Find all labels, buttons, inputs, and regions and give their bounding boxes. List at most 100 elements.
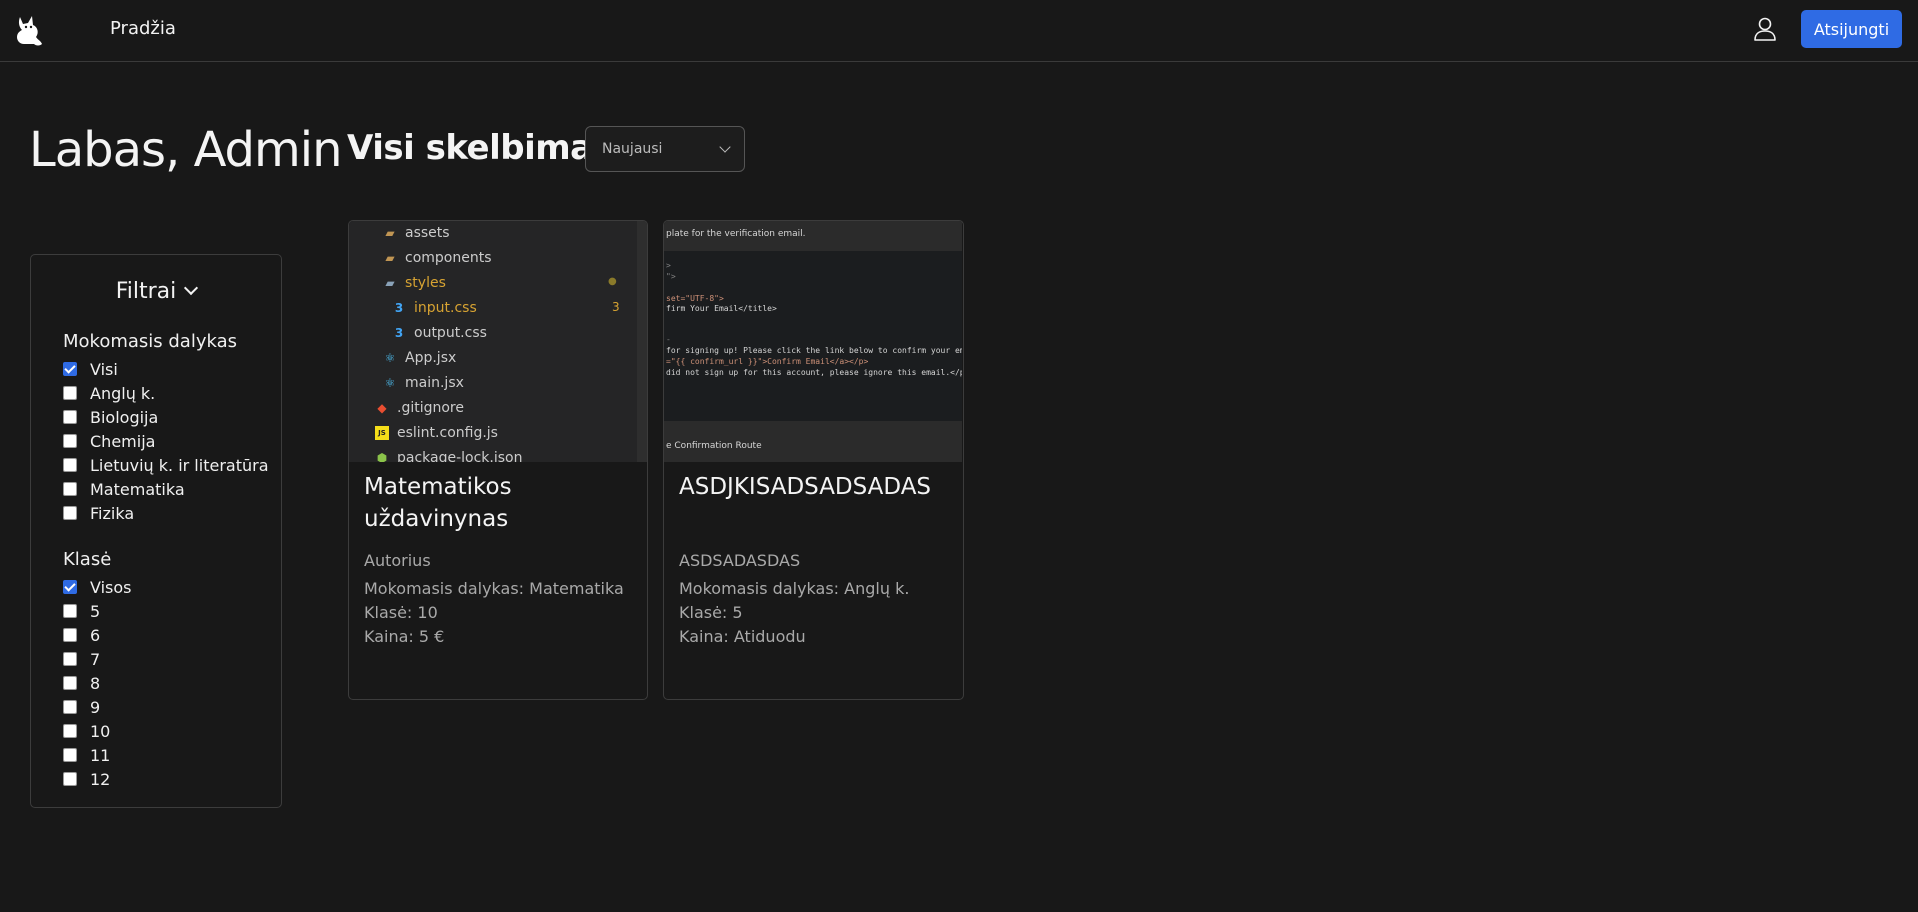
filters-toggle[interactable]: Filtrai: [31, 279, 281, 304]
folder-icon: ▰: [385, 276, 395, 290]
file-name: output.css: [414, 325, 487, 341]
grade-option[interactable]: 9: [63, 696, 100, 718]
file-name: .gitignore: [397, 400, 464, 416]
code-line: ">: [666, 272, 676, 281]
listing-image: plate for the verification email. > "> s…: [664, 221, 962, 462]
subject-option-label: Biologija: [90, 407, 159, 427]
listing-card[interactable]: ▰ assets ▰ components ▰ styles ● 3 input.css…: [348, 220, 648, 700]
checkbox[interactable]: [63, 772, 77, 786]
grade-option-label: 12: [90, 769, 111, 789]
file-explorer-screenshot: ▰ assets ▰ components ▰ styles ● 3 input.css…: [349, 221, 647, 462]
grade-option-label: Visos: [90, 577, 132, 597]
grade-option-label: 10: [90, 721, 111, 741]
grade-option-label: 6: [90, 625, 101, 645]
sort-select[interactable]: Naujausi: [585, 126, 745, 172]
checkbox[interactable]: [63, 724, 77, 738]
node-icon: ⬢: [376, 451, 388, 462]
chevron-down-icon: [719, 141, 731, 153]
code-line: -: [666, 335, 671, 344]
checkbox[interactable]: [63, 386, 77, 400]
file-name: App.jsx: [405, 350, 457, 366]
grade-option[interactable]: 11: [63, 744, 110, 766]
react-icon: ⚛: [384, 351, 396, 365]
grade-option[interactable]: 10: [63, 720, 110, 742]
subject-option-label: Anglų k.: [90, 383, 156, 403]
subject-option[interactable]: Biologija: [63, 406, 158, 428]
listing-card[interactable]: plate for the verification email. > "> s…: [663, 220, 964, 700]
chevron-down-icon: [184, 280, 199, 296]
git-icon: ◆: [377, 401, 387, 415]
grade-option-label: 9: [90, 697, 101, 717]
file-name: main.jsx: [405, 375, 464, 391]
subject-option-label: Matematika: [90, 479, 185, 499]
subject-option-label: Fizika: [90, 503, 135, 523]
code-line: set="UTF-8">: [666, 294, 724, 303]
file-name: eslint.config.js: [397, 425, 498, 441]
subject-option[interactable]: Fizika: [63, 502, 134, 524]
listing-grade: Klasė: 10: [364, 603, 438, 622]
listing-price: Kaina: 5 €: [364, 627, 445, 646]
file-name: components: [405, 250, 492, 266]
subject-option[interactable]: Chemija: [63, 430, 155, 452]
grade-option-label: 7: [90, 649, 101, 669]
grade-option[interactable]: 12: [63, 768, 110, 790]
checkbox[interactable]: [63, 604, 77, 618]
problem-count: 3: [612, 300, 620, 314]
top-navbar: Pradžia Atsijungti: [0, 0, 1918, 62]
listing-image: ▰ assets ▰ components ▰ styles ● 3 input.css…: [349, 221, 647, 462]
subject-option[interactable]: Matematika: [63, 478, 185, 500]
grade-option[interactable]: 8: [63, 672, 100, 694]
subject-option[interactable]: Lietuvių k. ir literatūra: [63, 454, 269, 476]
js-icon: JS: [375, 426, 389, 440]
user-icon[interactable]: [1752, 16, 1778, 42]
checkbox[interactable]: [63, 458, 77, 472]
sort-selected-value: Naujausi: [602, 141, 663, 157]
grade-option-label: 8: [90, 673, 101, 693]
listing-grade: Klasė: 5: [679, 603, 743, 622]
folder-icon: ▰: [385, 226, 395, 240]
code-line: ="{{ confirm_url }}">Confirm Email</a></…: [666, 357, 869, 366]
code-line: for signing up! Please click the link be…: [666, 346, 962, 355]
grade-filter-title: Klasė: [63, 549, 112, 570]
checkbox[interactable]: [63, 628, 77, 642]
code-header-text: plate for the verification email.: [666, 229, 806, 239]
checkbox[interactable]: [63, 676, 77, 690]
grade-option[interactable]: 5: [63, 600, 100, 622]
nav-home-link[interactable]: Pradžia: [110, 18, 176, 39]
cat-logo-icon[interactable]: [14, 13, 44, 47]
code-line: >: [666, 261, 671, 270]
react-icon: ⚛: [384, 376, 396, 390]
listing-title: Matematikos uždavinynas: [364, 474, 512, 532]
grade-option[interactable]: Visos: [63, 576, 132, 598]
checkbox[interactable]: [63, 482, 77, 496]
checkbox[interactable]: [63, 700, 77, 714]
listing-price: Kaina: Atiduodu: [679, 627, 806, 646]
css-icon: 3: [394, 326, 404, 340]
logout-button[interactable]: Atsijungti: [1801, 10, 1902, 48]
greeting-heading: Labas, Admin: [29, 122, 343, 178]
folder-icon: ▰: [385, 251, 395, 265]
filters-panel: Filtrai Mokomasis dalykas Visi Anglų k. …: [30, 254, 282, 808]
subject-filter-title: Mokomasis dalykas: [63, 331, 238, 352]
subject-option[interactable]: Visi: [63, 358, 118, 380]
checkbox[interactable]: [63, 748, 77, 762]
listing-subject: Mokomasis dalykas: Matematika: [364, 579, 624, 598]
grade-option-label: 5: [90, 601, 101, 621]
filters-title: Filtrai: [115, 279, 177, 304]
grade-option[interactable]: 6: [63, 624, 100, 646]
checkbox[interactable]: [63, 506, 77, 520]
checkbox[interactable]: [63, 580, 77, 594]
subject-option-label: Lietuvių k. ir literatūra: [90, 455, 269, 475]
grade-option[interactable]: 7: [63, 648, 100, 670]
code-footer-text: e Confirmation Route: [666, 441, 762, 451]
subject-option[interactable]: Anglų k.: [63, 382, 155, 404]
checkbox[interactable]: [63, 362, 77, 376]
listing-subject: Mokomasis dalykas: Anglų k.: [679, 579, 910, 598]
checkbox[interactable]: [63, 410, 77, 424]
checkbox[interactable]: [63, 434, 77, 448]
checkbox[interactable]: [63, 652, 77, 666]
modified-dot: ●: [608, 276, 617, 287]
code-screenshot: plate for the verification email. > "> s…: [664, 221, 962, 462]
listing-title: ASDJKISADSADSADAS: [679, 474, 932, 500]
listings-title: Visi skelbimai: [347, 128, 604, 168]
